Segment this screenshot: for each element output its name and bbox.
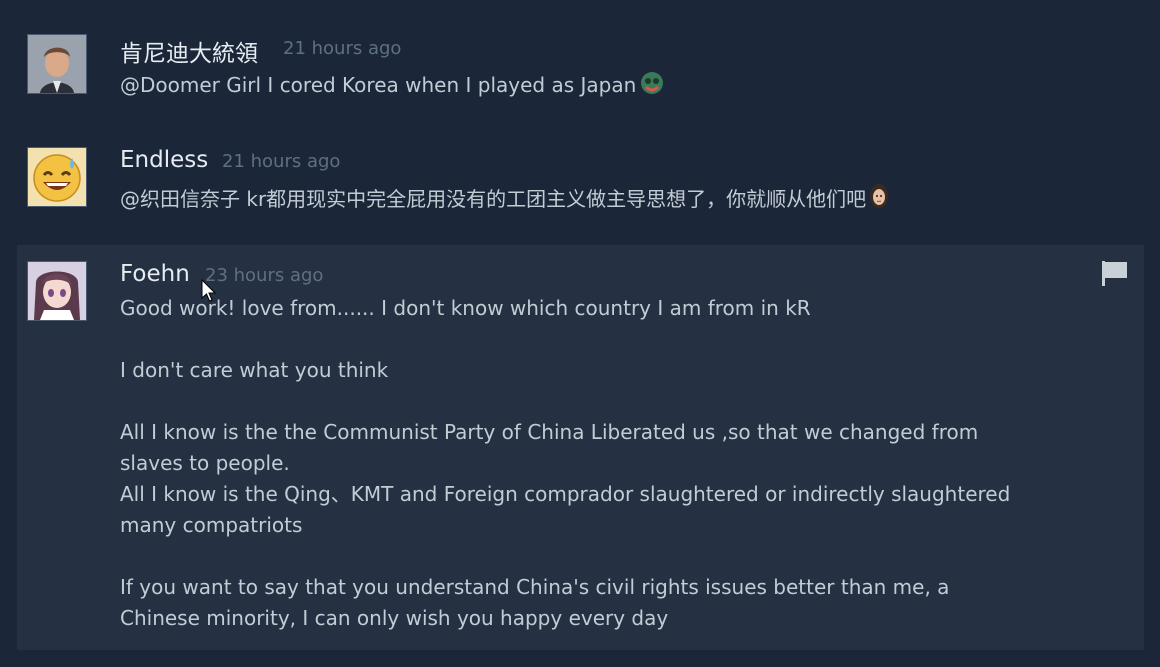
comment-line: slaves to people.: [120, 451, 290, 475]
comment-text: Good work! love from...... I don't know …: [120, 293, 1010, 634]
emoticon-icon: [638, 71, 666, 104]
comment-line-spacer: [120, 386, 1010, 417]
comment-text: @Doomer Girl I cored Korea when I played…: [120, 70, 666, 104]
avatar-portrait-icon: [28, 35, 86, 93]
comment-text-content: @织田信奈子 kr都用现实中完全屁用没有的工团主义做主导思想了，你就顺从他们吧: [120, 187, 867, 211]
avatar[interactable]: [27, 147, 87, 207]
comment-line-spacer: [120, 541, 1010, 572]
comment-author[interactable]: Foehn: [120, 261, 190, 287]
avatar[interactable]: [27, 34, 87, 94]
comment-item-highlighted: Foehn 23 hours ago Good work! love from.…: [17, 245, 1144, 650]
comment-line-spacer: [120, 324, 1010, 355]
comment-item: Endless 21 hours ago @织田信奈子 kr都用现实中完全屁用没…: [0, 130, 1160, 245]
comment-timestamp: 23 hours ago: [205, 265, 324, 286]
comment-text-content: @Doomer Girl I cored Korea when I played…: [120, 73, 637, 97]
comment-line: All I know is the Qing、KMT and Foreign c…: [120, 482, 1011, 506]
emoticon-icon: [868, 183, 890, 218]
comment-timestamp: 21 hours ago: [222, 151, 341, 172]
comment-author[interactable]: 肯尼迪大統領: [120, 34, 258, 68]
comment-thread: 肯尼迪大統領 21 hours ago @Doomer Girl I cored…: [0, 0, 1160, 667]
comment-line: Chinese minority, I can only wish you ha…: [120, 606, 669, 630]
sweat-smile-emoji-icon: [28, 148, 86, 206]
comment-timestamp: 21 hours ago: [283, 38, 402, 59]
anime-avatar-icon: [28, 262, 86, 320]
flag-icon: [1102, 261, 1127, 286]
comment-line: All I know is the the Communist Party of…: [120, 420, 979, 444]
comment-author[interactable]: Endless: [120, 147, 208, 173]
comment-text: @织田信奈子 kr都用现实中完全屁用没有的工团主义做主导思想了，你就顺从他们吧: [120, 183, 890, 218]
comment-item: 肯尼迪大統領 21 hours ago @Doomer Girl I cored…: [0, 0, 1160, 130]
comment-line: Good work! love from...... I don't know …: [120, 296, 811, 320]
comment-line: If you want to say that you understand C…: [120, 575, 950, 599]
comment-line: many compatriots: [120, 513, 303, 537]
avatar[interactable]: [27, 261, 87, 321]
report-flag-button[interactable]: [1100, 258, 1130, 288]
comment-line: I don't care what you think: [120, 358, 389, 382]
